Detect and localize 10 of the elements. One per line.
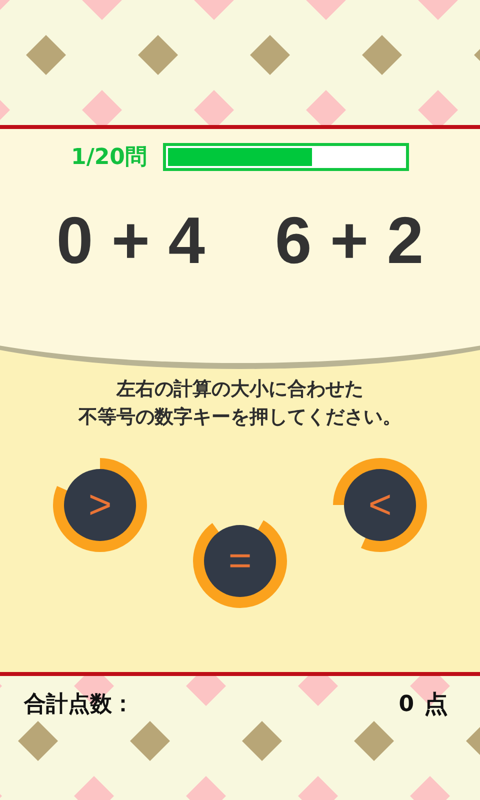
instruction-text: 左右の計算の大小に合わせた xyxy=(116,377,364,402)
left-expression: 0 + 4 xyxy=(56,202,205,278)
right-expression: 6 + 2 xyxy=(275,202,424,278)
less-than-key[interactable]: < xyxy=(332,457,428,553)
total-score-label: 合計点数： xyxy=(24,691,134,719)
greater-than-key[interactable]: > xyxy=(52,457,148,553)
instruction-text: 不等号の数字キーを押してください。 xyxy=(78,405,402,430)
question-counter: 1/20問 xyxy=(71,144,147,172)
score-unit: 点 xyxy=(424,689,448,720)
score-value: 0 xyxy=(398,692,414,716)
